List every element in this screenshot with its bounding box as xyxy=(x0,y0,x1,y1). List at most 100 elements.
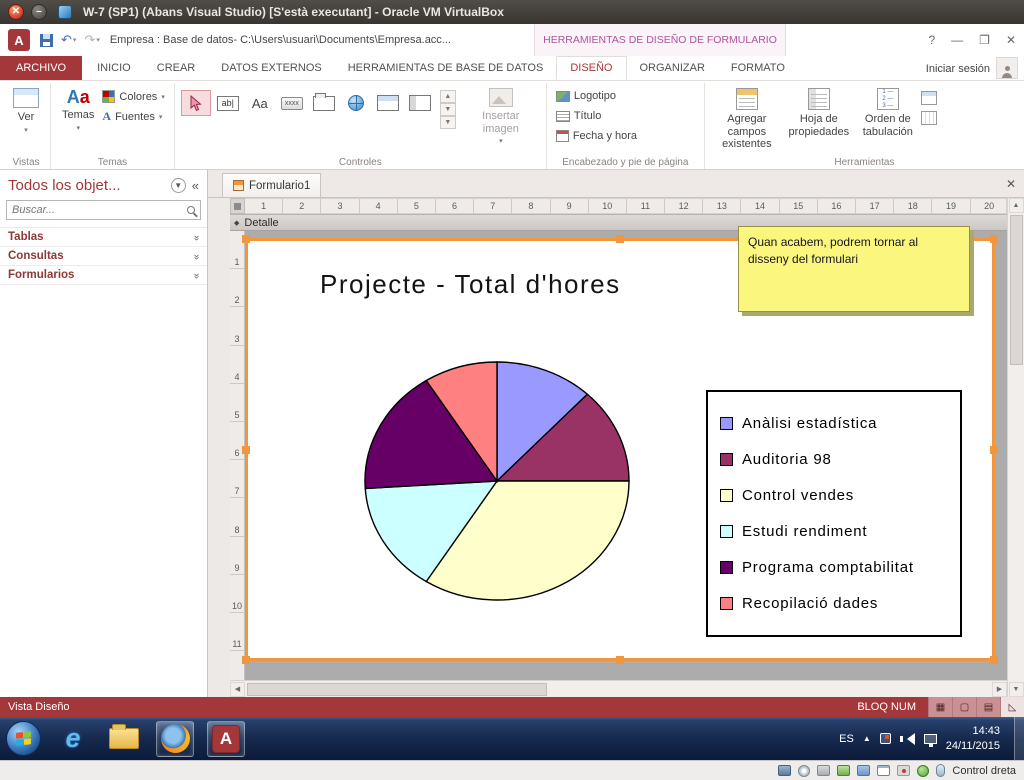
document-close-icon[interactable]: ✕ xyxy=(1006,177,1016,191)
undo-button[interactable]: ↶ ▾ xyxy=(57,29,80,51)
fuentes-button[interactable]: A Fuentes ▾ xyxy=(99,108,167,125)
horizontal-ruler[interactable]: 1 2 3 4 5 6 7 8 9 10 11 12 13 14 15 16 17 18 19 20 xyxy=(245,198,1007,214)
hidden-icons-chevron-icon[interactable]: ▲ xyxy=(863,734,871,743)
ribbon-tab-diseño[interactable]: DISEÑO xyxy=(556,56,627,80)
volume-icon[interactable] xyxy=(899,732,915,745)
navigation-control-button[interactable] xyxy=(405,90,435,116)
search-icon[interactable] xyxy=(187,206,195,214)
resize-handle[interactable] xyxy=(990,656,998,664)
scroll-down-icon[interactable]: ▼ xyxy=(1008,682,1024,697)
temas-button[interactable]: Aa Temas ▾ xyxy=(57,85,99,136)
logotipo-button[interactable]: Logotipo xyxy=(553,89,640,103)
fecha-hora-button[interactable]: Fecha y hora xyxy=(553,129,640,143)
ribbon-tab-formato[interactable]: FORMATO xyxy=(718,56,798,80)
tab-control-button[interactable] xyxy=(309,90,339,116)
vbox-usb-icon[interactable] xyxy=(817,765,831,776)
orden-tabulacion-button[interactable]: 1 —2 —3 — Orden de tabulación xyxy=(855,85,921,141)
ribbon-tab-datos-externos[interactable]: DATOS EXTERNOS xyxy=(208,56,334,80)
account-button[interactable] xyxy=(996,57,1018,79)
collapse-chevron-icon[interactable]: » xyxy=(191,254,202,259)
vbox-shared-folders-icon[interactable] xyxy=(857,765,871,776)
subform-tool-icon[interactable] xyxy=(920,91,937,105)
network-icon[interactable] xyxy=(923,733,937,747)
ribbon-tab-inicio[interactable]: INICIO xyxy=(84,56,144,80)
taskbar-ie-button[interactable]: e xyxy=(54,721,92,757)
web-browser-control-button[interactable] xyxy=(373,90,403,116)
gallery-up-icon[interactable]: ▲ xyxy=(439,90,456,103)
language-indicator[interactable]: ES xyxy=(839,733,854,745)
hyperlink-control-button[interactable] xyxy=(341,90,371,116)
vbox-close-button[interactable]: ✕ xyxy=(8,4,24,20)
horizontal-scrollbar[interactable]: ◀ ▶ xyxy=(230,680,1007,697)
ribbon-tab-herramientas-de-base-de-datos[interactable]: HERRAMIENTAS DE BASE DE DATOS xyxy=(335,56,557,80)
search-input[interactable] xyxy=(12,204,183,216)
taskbar-firefox-button[interactable] xyxy=(156,720,194,757)
ribbon-tab-archivo[interactable]: ARCHIVO xyxy=(0,56,83,80)
agregar-campos-button[interactable]: Agregar campos existentes xyxy=(711,85,783,154)
vbox-network-icon[interactable] xyxy=(837,765,851,776)
label-control-button[interactable]: Aa xyxy=(245,90,275,116)
taskbar-clock[interactable]: 14:43 24/11/2015 xyxy=(946,724,1000,753)
resize-handle[interactable] xyxy=(616,235,624,243)
form-view-icon[interactable]: ▢ xyxy=(952,697,976,717)
code-tool-icon[interactable] xyxy=(920,111,937,125)
gallery-down-icon[interactable]: ▼ xyxy=(439,103,456,116)
minimize-icon[interactable]: — xyxy=(951,33,963,47)
insertar-imagen-button[interactable]: Insertar imagen ▾ xyxy=(470,85,532,149)
vertical-ruler[interactable]: 1 2 3 4 5 6 7 8 9 10 11 xyxy=(230,231,245,680)
vbox-cd-icon[interactable] xyxy=(798,764,811,777)
textbox-control-button[interactable]: ab| xyxy=(213,90,243,116)
nav-section-formularios[interactable]: Formularios » xyxy=(0,266,207,285)
hoja-propiedades-button[interactable]: Hoja de propiedades xyxy=(783,85,855,141)
sign-in-link[interactable]: Iniciar sesión xyxy=(926,56,990,81)
taskbar-access-button[interactable]: A xyxy=(207,720,245,757)
ruler-corner-select-all[interactable] xyxy=(230,198,245,214)
select-pointer-button[interactable] xyxy=(180,90,211,116)
resize-handle[interactable] xyxy=(990,235,998,243)
collapse-chevron-icon[interactable]: » xyxy=(191,235,202,240)
nav-pane-menu-icon[interactable]: ▼ xyxy=(170,178,186,193)
horizontal-scroll-thumb[interactable] xyxy=(247,682,547,696)
resize-handle[interactable] xyxy=(242,445,250,454)
titulo-button[interactable]: Título xyxy=(553,109,640,123)
show-desktop-button[interactable] xyxy=(1014,717,1024,760)
save-button[interactable] xyxy=(36,29,57,51)
ver-button[interactable]: Ver ▾ xyxy=(8,85,44,138)
resize-handle[interactable] xyxy=(990,445,998,454)
layout-view-icon[interactable]: ▤ xyxy=(976,697,1000,717)
action-center-icon[interactable] xyxy=(879,733,891,744)
help-icon[interactable]: ? xyxy=(928,33,935,47)
design-view-icon[interactable]: ◺ xyxy=(1000,697,1024,717)
resize-handle[interactable] xyxy=(242,656,250,664)
document-tab-formulario1[interactable]: Formulario1 xyxy=(222,173,322,197)
datasheet-view-icon[interactable]: ▦ xyxy=(928,697,952,717)
search-box[interactable] xyxy=(6,200,201,220)
nav-section-consultas[interactable]: Consultas » xyxy=(0,247,207,266)
ribbon-tab-crear[interactable]: CREAR xyxy=(144,56,209,80)
vbox-mouse-icon[interactable] xyxy=(936,764,946,777)
maximize-icon[interactable]: ❐ xyxy=(979,33,990,47)
resize-handle[interactable] xyxy=(242,235,250,243)
redo-button[interactable]: ↷ ▾ xyxy=(80,29,103,51)
scroll-left-icon[interactable]: ◀ xyxy=(230,681,245,697)
start-button[interactable] xyxy=(6,721,41,756)
close-icon[interactable]: ✕ xyxy=(1006,33,1016,47)
ribbon-tab-organizar[interactable]: ORGANIZAR xyxy=(627,56,718,80)
vertical-scrollbar[interactable]: ▲ ▼ xyxy=(1007,198,1024,697)
collapse-chevron-icon[interactable]: » xyxy=(191,273,202,278)
vbox-minimize-button[interactable]: – xyxy=(31,4,47,20)
colores-button[interactable]: Colores ▾ xyxy=(99,89,167,104)
scroll-right-icon[interactable]: ▶ xyxy=(992,681,1007,697)
gallery-more-icon[interactable]: ▼ xyxy=(439,116,456,129)
button-control-button[interactable]: xxxx xyxy=(277,90,307,116)
nav-section-tablas[interactable]: Tablas » xyxy=(0,228,207,247)
vbox-features-icon[interactable] xyxy=(917,764,930,777)
vbox-display-icon[interactable] xyxy=(877,765,891,776)
vertical-scroll-thumb[interactable] xyxy=(1009,215,1023,365)
vbox-hdd-icon[interactable] xyxy=(778,765,792,776)
taskbar-explorer-button[interactable] xyxy=(105,721,143,757)
vbox-recording-icon[interactable] xyxy=(897,765,911,776)
nav-pane-collapse-icon[interactable]: « xyxy=(192,178,199,193)
resize-handle[interactable] xyxy=(616,656,624,664)
scroll-up-icon[interactable]: ▲ xyxy=(1008,198,1024,213)
